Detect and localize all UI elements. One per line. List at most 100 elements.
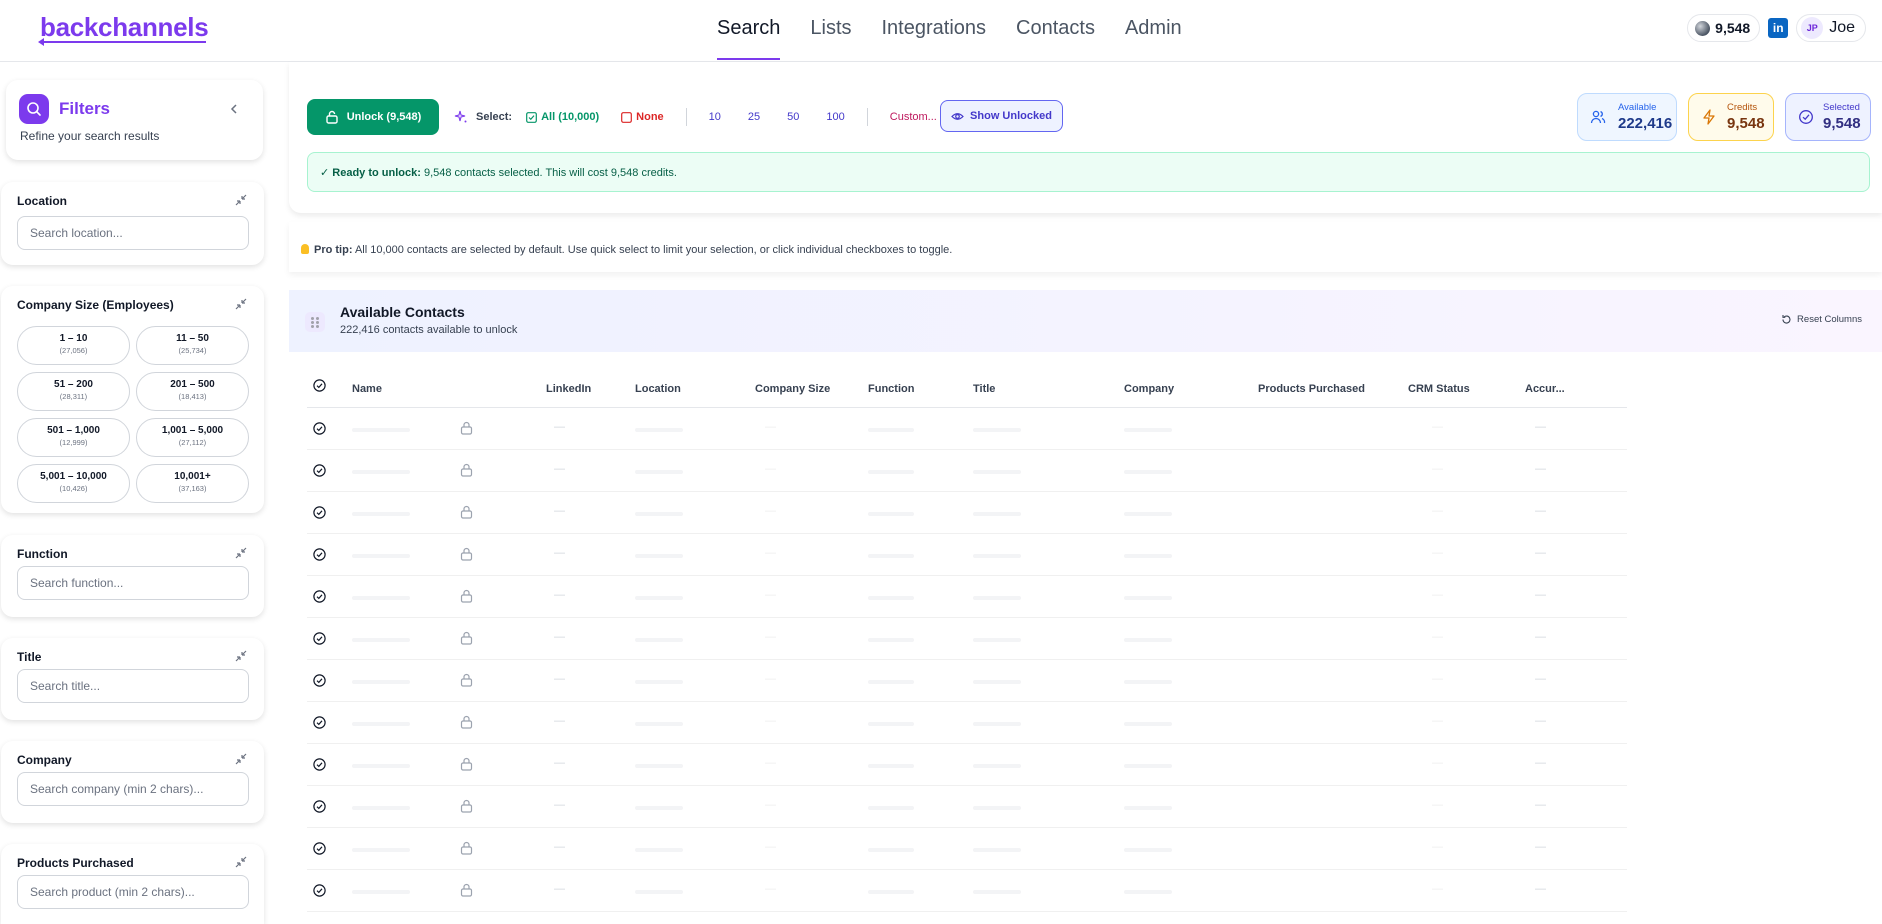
table-row[interactable]: ————	[307, 492, 1627, 534]
column-header-company[interactable]: Company	[1124, 383, 1174, 395]
column-header-title[interactable]: Title	[973, 383, 995, 395]
collapse-arrows-icon[interactable]	[234, 193, 248, 207]
check-circle-icon	[1799, 110, 1813, 124]
company-size-option[interactable]: 10,001+ (37,163)	[136, 464, 249, 503]
collapse-arrows-icon[interactable]	[234, 546, 248, 560]
company-size-option[interactable]: 5,001 – 10,000 (10,426)	[17, 464, 130, 503]
table-row[interactable]: ————	[307, 912, 1627, 924]
lock-icon[interactable]	[460, 841, 473, 855]
table-row[interactable]: ————	[307, 618, 1627, 660]
select-25-button[interactable]: 25	[748, 111, 760, 123]
row-check-icon[interactable]	[313, 422, 326, 435]
column-header-products-purchased[interactable]: Products Purchased	[1258, 383, 1365, 395]
company-size-option[interactable]: 1 – 10 (27,056)	[17, 326, 130, 365]
drag-handle-icon[interactable]	[305, 312, 325, 332]
lock-icon[interactable]	[460, 799, 473, 813]
blurred-cell-placeholder	[868, 428, 914, 432]
lock-icon[interactable]	[460, 715, 473, 729]
lock-icon[interactable]	[460, 631, 473, 645]
column-header-linkedin[interactable]: LinkedIn	[546, 383, 591, 395]
company-size-option[interactable]: 51 – 200 (28,311)	[17, 372, 130, 411]
size-option-label: 1,001 – 5,000	[161, 425, 224, 436]
unlock-icon	[326, 110, 338, 124]
column-header-location[interactable]: Location	[635, 383, 681, 395]
empty-cell-dash: —	[1535, 589, 1546, 601]
select-none-button[interactable]: None	[621, 111, 664, 123]
credits-stat-label: Credits	[1727, 102, 1758, 113]
table-row[interactable]: ————	[307, 576, 1627, 618]
company-size-option[interactable]: 501 – 1,000 (12,999)	[17, 418, 130, 457]
company-size-option[interactable]: 1,001 – 5,000 (27,112)	[136, 418, 249, 457]
user-menu[interactable]: JP Joe	[1796, 14, 1866, 42]
row-check-icon[interactable]	[313, 674, 326, 687]
show-unlocked-button[interactable]: Show Unlocked	[940, 100, 1063, 132]
linkedin-icon[interactable]: in	[1768, 18, 1789, 38]
collapse-arrows-icon[interactable]	[234, 752, 248, 766]
row-check-icon[interactable]	[313, 506, 326, 519]
column-header-function[interactable]: Function	[868, 383, 914, 395]
lock-icon[interactable]	[460, 421, 473, 435]
column-header-company-size[interactable]: Company Size	[755, 383, 830, 395]
lock-icon[interactable]	[460, 673, 473, 687]
select-100-button[interactable]: 100	[826, 111, 844, 123]
products-search-input[interactable]	[17, 875, 249, 909]
nav-contacts[interactable]: Contacts	[1016, 0, 1095, 62]
table-row[interactable]: ————	[307, 786, 1627, 828]
row-check-icon[interactable]	[313, 548, 326, 561]
nav-integrations[interactable]: Integrations	[882, 0, 987, 62]
lock-icon[interactable]	[460, 505, 473, 519]
unlock-button[interactable]: Unlock (9,548)	[307, 99, 439, 135]
app-logo[interactable]: backchannels	[40, 12, 209, 43]
select-all-button[interactable]: All (10,000)	[526, 111, 599, 123]
table-row[interactable]: ————	[307, 870, 1627, 912]
selected-stat-card: Selected 9,548	[1785, 93, 1871, 141]
row-check-icon[interactable]	[313, 842, 326, 855]
company-size-option[interactable]: 11 – 50 (25,734)	[136, 326, 249, 365]
lock-icon[interactable]	[460, 547, 473, 561]
column-header-name[interactable]: Name	[352, 383, 382, 395]
select-all-check-icon[interactable]	[313, 379, 326, 392]
row-check-icon[interactable]	[313, 884, 326, 897]
select-50-button[interactable]: 50	[787, 111, 799, 123]
company-search-input[interactable]	[17, 772, 249, 806]
collapse-arrows-icon[interactable]	[234, 297, 248, 311]
nav-lists[interactable]: Lists	[810, 0, 851, 62]
row-check-icon[interactable]	[313, 716, 326, 729]
title-search-input[interactable]	[17, 669, 249, 703]
table-header: Name LinkedIn Location Company Size Func…	[307, 375, 1627, 408]
table-row[interactable]: ————	[307, 534, 1627, 576]
credits-pill[interactable]: 9,548	[1687, 14, 1761, 42]
select-10-button[interactable]: 10	[709, 111, 721, 123]
lock-icon[interactable]	[460, 757, 473, 771]
column-header-accuracy[interactable]: Accur...	[1525, 383, 1565, 395]
nav-search[interactable]: Search	[717, 0, 781, 62]
row-check-icon[interactable]	[313, 800, 326, 813]
lock-icon[interactable]	[460, 463, 473, 477]
table-row[interactable]: ————	[307, 702, 1627, 744]
column-header-crm-status[interactable]: CRM Status	[1408, 383, 1470, 395]
empty-cell-dash: —	[1535, 463, 1546, 475]
table-row[interactable]: ————	[307, 744, 1627, 786]
table-row[interactable]: ————	[307, 450, 1627, 492]
collapse-arrows-icon[interactable]	[234, 855, 248, 869]
table-row[interactable]: ————	[307, 660, 1627, 702]
row-check-icon[interactable]	[313, 464, 326, 477]
company-size-option[interactable]: 201 – 500 (18,413)	[136, 372, 249, 411]
table-row[interactable]: ————	[307, 408, 1627, 450]
row-check-icon[interactable]	[313, 632, 326, 645]
select-custom-button[interactable]: Custom...	[890, 111, 937, 123]
lock-icon[interactable]	[460, 883, 473, 897]
function-search-input[interactable]	[17, 566, 249, 600]
location-search-input[interactable]	[17, 216, 249, 250]
empty-cell-dash: —	[554, 463, 565, 475]
table-row[interactable]: ————	[307, 828, 1627, 870]
row-check-icon[interactable]	[313, 590, 326, 603]
nav-admin[interactable]: Admin	[1125, 0, 1182, 62]
empty-cell-dash: —	[765, 673, 776, 685]
row-check-icon[interactable]	[313, 758, 326, 771]
empty-cell-dash: —	[554, 673, 565, 685]
reset-columns-button[interactable]: Reset Columns	[1781, 314, 1862, 325]
lock-icon[interactable]	[460, 589, 473, 603]
chevron-left-icon[interactable]	[227, 102, 241, 116]
collapse-arrows-icon[interactable]	[234, 649, 248, 663]
